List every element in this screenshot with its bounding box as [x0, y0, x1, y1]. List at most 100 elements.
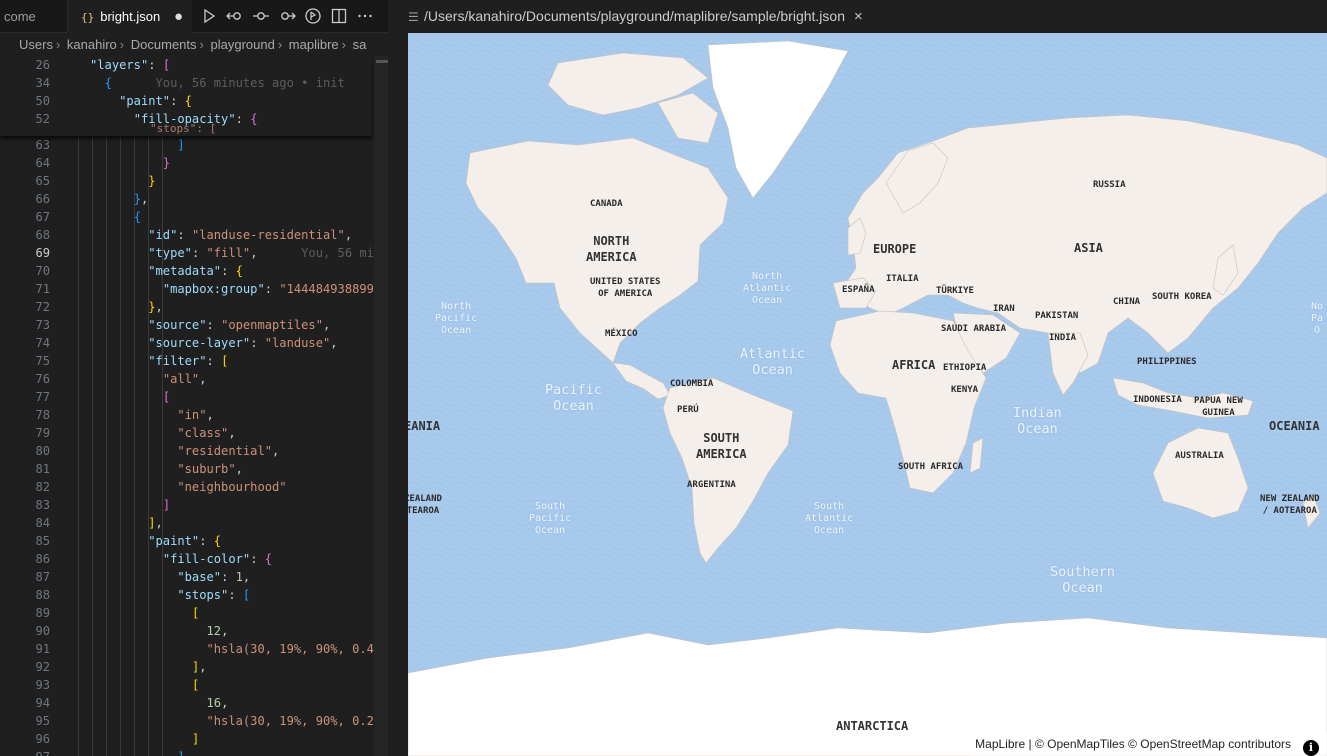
line-number[interactable]: 97 [0, 748, 50, 756]
code-line[interactable]: "neighbourhood" [90, 478, 286, 496]
code-line[interactable]: "suburb", [90, 460, 243, 478]
line-number[interactable]: 94 [0, 694, 50, 712]
line-number[interactable]: 71 [0, 280, 50, 298]
code-line[interactable]: "hsla(30, 19%, 90%, 0.4)" [90, 640, 389, 658]
tab-bright-json[interactable]: {} bright.json ● [68, 0, 192, 33]
git-previous-change-icon[interactable] [226, 7, 244, 25]
attribution-text[interactable]: MapLibre | © OpenMapTiles © OpenStreetMa… [975, 737, 1291, 751]
line-number[interactable]: 95 [0, 712, 50, 730]
line-number[interactable]: 87 [0, 568, 50, 586]
code-line[interactable]: ], [90, 658, 207, 676]
code-line[interactable]: ] [90, 748, 184, 756]
code-line[interactable]: { [90, 208, 141, 226]
line-number[interactable]: 75 [0, 352, 50, 370]
minimap-slider[interactable] [376, 60, 388, 63]
line-number[interactable]: 76 [0, 370, 50, 388]
line-number[interactable]: 88 [0, 586, 50, 604]
code-editor[interactable]: come {} bright.json ● Users › kanahiro › Do… [0, 0, 388, 756]
line-number[interactable]: 86 [0, 550, 50, 568]
line-number[interactable]: 66 [0, 190, 50, 208]
code-line[interactable]: }, [90, 298, 163, 316]
breadcrumb-item[interactable]: kanahiro [67, 37, 117, 52]
sticky-code-line[interactable]: { You, 56 minutes ago • init [90, 74, 345, 92]
line-number[interactable]: 84 [0, 514, 50, 532]
unsaved-dot-icon[interactable]: ● [174, 0, 183, 33]
line-number[interactable]: 79 [0, 424, 50, 442]
line-number[interactable]: 90 [0, 622, 50, 640]
code-line[interactable]: "paint": { [90, 532, 221, 550]
code-line[interactable]: [ [90, 676, 199, 694]
code-line[interactable]: "filter": [ [90, 352, 228, 370]
line-number[interactable]: 85 [0, 532, 50, 550]
line-number[interactable]: 92 [0, 658, 50, 676]
code-line[interactable]: }, [90, 190, 149, 208]
code-line[interactable]: ], [90, 514, 163, 532]
code-line[interactable]: "class", [90, 424, 235, 442]
line-number[interactable]: 93 [0, 676, 50, 694]
breadcrumb-item[interactable]: maplibre [289, 37, 339, 52]
line-number[interactable]: 64 [0, 154, 50, 172]
code-line[interactable]: "stops": [ [90, 586, 250, 604]
line-number[interactable]: 81 [0, 460, 50, 478]
sticky-line-number[interactable]: 50 [0, 92, 50, 110]
line-number[interactable]: 82 [0, 478, 50, 496]
code-line[interactable]: 16, [90, 694, 229, 712]
line-number[interactable]: 96 [0, 730, 50, 748]
git-compare-icon[interactable] [252, 7, 270, 25]
preview-tab[interactable]: ☰ /Users/kanahiro/Documents/playground/ma… [408, 0, 1327, 33]
line-number[interactable]: 68 [0, 226, 50, 244]
code-line[interactable]: "fill-color": { [90, 550, 272, 568]
code-line[interactable]: ] [90, 730, 199, 748]
line-number[interactable]: 63 [0, 136, 50, 154]
sticky-code-line[interactable]: "fill-opacity": { [90, 110, 258, 128]
line-number[interactable]: 78 [0, 406, 50, 424]
more-actions-icon[interactable] [356, 7, 374, 25]
sticky-line-number[interactable]: 52 [0, 110, 50, 128]
code-line[interactable]: "in", [90, 406, 213, 424]
line-number[interactable]: 77 [0, 388, 50, 406]
sticky-code-line[interactable]: "layers": [ [90, 56, 170, 74]
line-number[interactable]: 67 [0, 208, 50, 226]
sticky-line-number[interactable]: 34 [0, 74, 50, 92]
sticky-code-line[interactable]: "paint": { [90, 92, 192, 110]
minimap[interactable] [374, 56, 388, 756]
sticky-line-number[interactable]: 26 [0, 56, 50, 74]
code-line[interactable]: "hsla(30, 19%, 90%, 0.2)" [90, 712, 389, 730]
line-number[interactable]: 80 [0, 442, 50, 460]
line-number[interactable]: 74 [0, 334, 50, 352]
breadcrumb-item[interactable]: sa [353, 37, 367, 52]
code-line[interactable]: "mapbox:group": "1444849388993.3071 [90, 280, 388, 298]
code-area[interactable]: 63 ] 64 } 65 } 66 }, 67 {68 "id": "landuse-r… [0, 56, 388, 756]
line-number[interactable]: 83 [0, 496, 50, 514]
close-icon[interactable]: × [854, 8, 863, 25]
code-line[interactable]: } [90, 172, 155, 190]
line-number[interactable]: 73 [0, 316, 50, 334]
world-map[interactable]: RUSSIA CANADA NORTH AMERICA EUROPE ASIA UNITE… [408, 33, 1327, 756]
info-icon[interactable]: i [1303, 740, 1319, 756]
run-icon[interactable] [200, 7, 218, 25]
line-number[interactable]: 91 [0, 640, 50, 658]
code-line[interactable]: "source": "openmaptiles", [90, 316, 330, 334]
code-line[interactable]: "all", [90, 370, 207, 388]
code-line[interactable]: ] [90, 496, 170, 514]
git-next-change-icon[interactable] [278, 7, 296, 25]
tab-welcome[interactable]: come [0, 0, 68, 33]
line-number[interactable]: 89 [0, 604, 50, 622]
code-line[interactable]: 12, [90, 622, 229, 640]
code-line[interactable]: } [90, 154, 170, 172]
line-number[interactable]: 72 [0, 298, 50, 316]
split-editor-icon[interactable] [330, 7, 348, 25]
open-preview-icon[interactable] [304, 7, 322, 25]
sticky-scroll-header[interactable]: "stops": [ 26 "layers": [34 { You, 56 min… [0, 56, 372, 136]
code-line[interactable]: "source-layer": "landuse", [90, 334, 337, 352]
code-line[interactable]: "base": 1, [90, 568, 250, 586]
code-line[interactable]: "metadata": { [90, 262, 243, 280]
line-number[interactable]: 65 [0, 172, 50, 190]
line-number[interactable]: 69 [0, 244, 50, 262]
line-number[interactable]: 70 [0, 262, 50, 280]
code-line[interactable]: [ [90, 388, 170, 406]
breadcrumb-item[interactable]: Users [19, 37, 53, 52]
code-line[interactable]: [ [90, 604, 199, 622]
breadcrumb-item[interactable]: playground [210, 37, 274, 52]
code-line[interactable]: "residential", [90, 442, 279, 460]
